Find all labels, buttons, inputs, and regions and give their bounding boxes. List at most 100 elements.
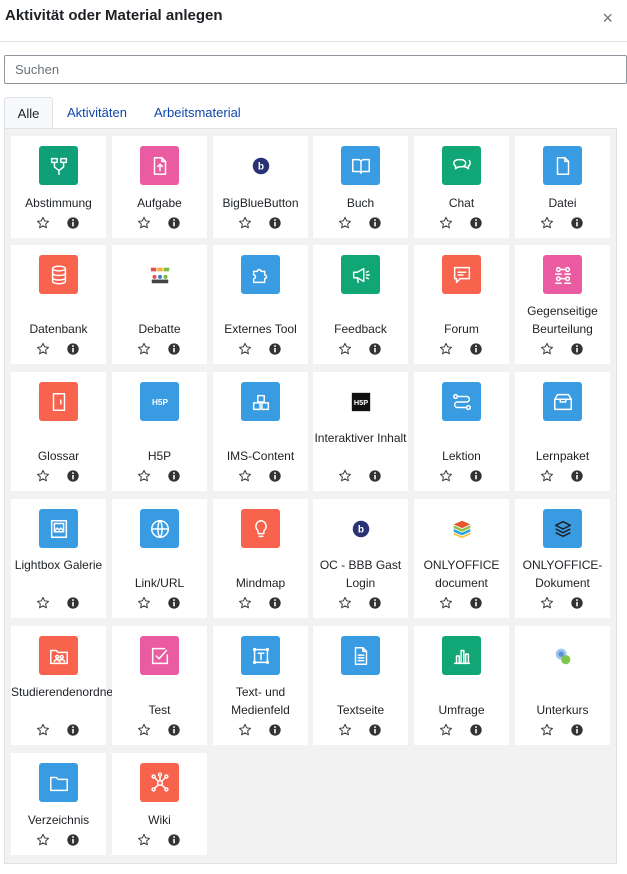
info-icon[interactable] xyxy=(570,596,584,610)
module-tile-verzeichnis[interactable]: Verzeichnis xyxy=(11,753,106,855)
module-tile-debatte[interactable]: Debatte xyxy=(112,245,207,364)
star-icon[interactable] xyxy=(238,216,252,230)
star-icon[interactable] xyxy=(137,216,151,230)
star-icon[interactable] xyxy=(439,469,453,483)
module-tile-oc-bbb-gast-login[interactable]: b OC - BBB Gast Login xyxy=(313,499,408,618)
info-icon[interactable] xyxy=(469,342,483,356)
info-icon[interactable] xyxy=(66,342,80,356)
info-icon[interactable] xyxy=(66,723,80,737)
info-icon[interactable] xyxy=(570,216,584,230)
star-icon[interactable] xyxy=(36,723,50,737)
tab-activities[interactable]: Aktivitäten xyxy=(67,97,127,128)
star-icon[interactable] xyxy=(540,723,554,737)
module-tile-datenbank[interactable]: Datenbank xyxy=(11,245,106,364)
info-icon[interactable] xyxy=(570,723,584,737)
module-tile-lektion[interactable]: Lektion xyxy=(414,372,509,491)
star-icon[interactable] xyxy=(338,342,352,356)
star-icon[interactable] xyxy=(36,342,50,356)
module-tile-text-und-medienfeld[interactable]: Text- und Medienfeld xyxy=(213,626,308,745)
module-tile-forum[interactable]: Forum xyxy=(414,245,509,364)
module-tile-glossar[interactable]: Glossar xyxy=(11,372,106,491)
info-icon[interactable] xyxy=(570,342,584,356)
star-icon[interactable] xyxy=(137,723,151,737)
module-tile-externes-tool[interactable]: Externes Tool xyxy=(213,245,308,364)
info-icon[interactable] xyxy=(368,342,382,356)
module-tile-wiki[interactable]: Wiki xyxy=(112,753,207,855)
star-icon[interactable] xyxy=(36,596,50,610)
info-icon[interactable] xyxy=(167,596,181,610)
star-icon[interactable] xyxy=(540,596,554,610)
module-tile-interaktiver-inhalt[interactable]: H5P Interaktiver Inhalt xyxy=(313,372,408,491)
info-icon[interactable] xyxy=(368,469,382,483)
star-icon[interactable] xyxy=(540,469,554,483)
module-tile-mindmap[interactable]: Mindmap xyxy=(213,499,308,618)
star-icon[interactable] xyxy=(439,216,453,230)
star-icon[interactable] xyxy=(137,469,151,483)
star-icon[interactable] xyxy=(439,723,453,737)
info-icon[interactable] xyxy=(268,469,282,483)
star-icon[interactable] xyxy=(36,469,50,483)
module-tile-unterkurs[interactable]: Unterkurs xyxy=(515,626,610,745)
info-icon[interactable] xyxy=(469,469,483,483)
star-icon[interactable] xyxy=(238,342,252,356)
info-icon[interactable] xyxy=(268,342,282,356)
tab-all[interactable]: Alle xyxy=(4,97,53,130)
module-tile-umfrage[interactable]: Umfrage xyxy=(414,626,509,745)
info-icon[interactable] xyxy=(570,469,584,483)
info-icon[interactable] xyxy=(66,596,80,610)
module-tile-datei[interactable]: Datei xyxy=(515,136,610,238)
star-icon[interactable] xyxy=(439,596,453,610)
module-tile-test[interactable]: Test xyxy=(112,626,207,745)
info-icon[interactable] xyxy=(469,216,483,230)
star-icon[interactable] xyxy=(540,342,554,356)
info-icon[interactable] xyxy=(66,469,80,483)
info-icon[interactable] xyxy=(66,833,80,847)
module-tile-bigbluebutton[interactable]: b BigBlueButton xyxy=(213,136,308,238)
info-icon[interactable] xyxy=(268,216,282,230)
star-icon[interactable] xyxy=(338,596,352,610)
module-tile-buch[interactable]: Buch xyxy=(313,136,408,238)
close-icon[interactable]: × xyxy=(602,9,613,27)
star-icon[interactable] xyxy=(238,596,252,610)
info-icon[interactable] xyxy=(469,596,483,610)
star-icon[interactable] xyxy=(238,723,252,737)
star-icon[interactable] xyxy=(338,723,352,737)
star-icon[interactable] xyxy=(36,216,50,230)
info-icon[interactable] xyxy=(268,596,282,610)
info-icon[interactable] xyxy=(368,596,382,610)
module-tile-lernpaket[interactable]: Lernpaket xyxy=(515,372,610,491)
info-icon[interactable] xyxy=(268,723,282,737)
star-icon[interactable] xyxy=(238,469,252,483)
star-icon[interactable] xyxy=(540,216,554,230)
star-icon[interactable] xyxy=(137,342,151,356)
info-icon[interactable] xyxy=(167,469,181,483)
tab-resources[interactable]: Arbeitsmaterial xyxy=(154,97,241,128)
info-icon[interactable] xyxy=(167,342,181,356)
module-tile-studierendenordner[interactable]: Studierendenordner xyxy=(11,626,117,745)
star-icon[interactable] xyxy=(338,469,352,483)
info-icon[interactable] xyxy=(66,216,80,230)
module-tile-feedback[interactable]: Feedback xyxy=(313,245,408,364)
info-icon[interactable] xyxy=(167,723,181,737)
module-tile-h5p[interactable]: H5P H5P xyxy=(112,372,207,491)
module-tile-chat[interactable]: Chat xyxy=(414,136,509,238)
star-icon[interactable] xyxy=(338,216,352,230)
star-icon[interactable] xyxy=(137,833,151,847)
module-tile-textseite[interactable]: Textseite xyxy=(313,626,408,745)
module-tile-link-url[interactable]: Link/URL xyxy=(112,499,207,618)
star-icon[interactable] xyxy=(137,596,151,610)
info-icon[interactable] xyxy=(167,216,181,230)
info-icon[interactable] xyxy=(368,216,382,230)
module-tile-gegenseitige-beurteilung[interactable]: Gegenseitige Beurteilung xyxy=(515,245,610,364)
info-icon[interactable] xyxy=(469,723,483,737)
module-tile-onlyoffice-document[interactable]: ONLYOFFICE document xyxy=(414,499,509,618)
module-tile-ims-content[interactable]: IMS-Content xyxy=(213,372,308,491)
search-input[interactable] xyxy=(4,55,627,84)
module-tile-abstimmung[interactable]: Abstimmung xyxy=(11,136,106,238)
star-icon[interactable] xyxy=(36,833,50,847)
module-tile-aufgabe[interactable]: Aufgabe xyxy=(112,136,207,238)
info-icon[interactable] xyxy=(167,833,181,847)
star-icon[interactable] xyxy=(439,342,453,356)
module-tile-onlyoffice-dokument[interactable]: ONLYOFFICE-Dokument xyxy=(515,499,610,618)
info-icon[interactable] xyxy=(368,723,382,737)
